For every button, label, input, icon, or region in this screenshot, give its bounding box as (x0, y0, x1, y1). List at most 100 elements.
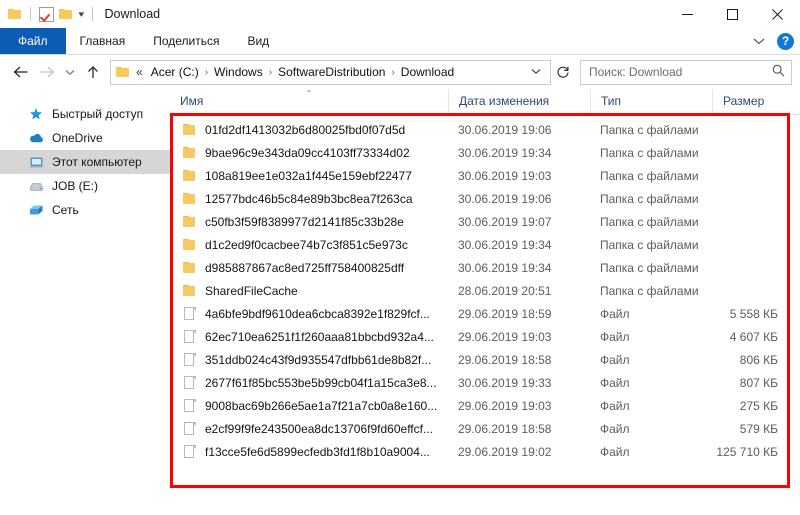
file-date-cell: 30.06.2019 19:06 (458, 122, 552, 137)
back-button[interactable] (8, 59, 34, 85)
file-type-cell: Папка с файлами (600, 168, 699, 183)
table-row[interactable]: 9bae96c9e343da09cc4103ff73334d02 30.06.20… (170, 141, 800, 164)
help-icon[interactable]: ? (777, 32, 794, 50)
file-icon (182, 375, 197, 390)
search-icon[interactable] (772, 64, 785, 80)
table-row[interactable]: SharedFileCache 28.06.2019 20:51 Папка с ф… (170, 279, 800, 302)
file-size-cell: 125 710 КБ (716, 444, 778, 459)
file-date-cell: 29.06.2019 18:58 (458, 421, 552, 436)
file-type-cell: Файл (600, 352, 630, 367)
table-row[interactable]: 62ec710ea6251f1f260aaa81bbcbd932a4... 29.… (170, 325, 800, 348)
chevron-down-icon[interactable]: ▾ (78, 9, 84, 19)
file-name-cell[interactable]: 108a819ee1e032a1f445e159ebf22477 (170, 169, 448, 183)
tab-file[interactable]: Файл (0, 28, 66, 54)
file-name-cell[interactable]: e2cf99f9fe243500ea8dc13706f9fd60effcf... (170, 421, 448, 436)
file-name-cell[interactable]: SharedFileCache (170, 284, 448, 298)
file-icon (182, 398, 197, 413)
file-name-label: c50fb3f59f8389977d2141f85c33b28e (205, 214, 404, 229)
maximize-button[interactable] (710, 0, 755, 28)
file-name-cell[interactable]: f13cce5fe6d5899ecfedb3fd1f8b10a9004... (170, 444, 448, 459)
file-name-cell[interactable]: d985887867ac8ed725ff758400825dff (170, 261, 448, 275)
file-name-cell[interactable]: 12577bdc46b5c84e89b3bc8ea7f263ca (170, 192, 448, 206)
breadcrumb-item-windows[interactable]: Windows (209, 65, 268, 79)
file-name-label: 12577bdc46b5c84e89b3bc8ea7f263ca (205, 191, 413, 206)
window-title: Download (104, 7, 161, 21)
recent-locations-icon[interactable] (60, 59, 80, 85)
table-row[interactable]: c50fb3f59f8389977d2141f85c33b28e 30.06.20… (170, 210, 800, 233)
file-type-cell: Папка с файлами (600, 260, 699, 275)
search-input[interactable] (589, 65, 772, 79)
sidebar-item-label: Сеть (52, 203, 79, 217)
table-row[interactable]: d1c2ed9f0cacbee74b7c3f851c5e973c 30.06.20… (170, 233, 800, 256)
file-type-cell: Файл (600, 329, 630, 344)
quick-access-toolbar: ▾ (0, 0, 96, 28)
chevron-down-icon[interactable] (749, 37, 769, 45)
file-name-label: 108a819ee1e032a1f445e159ebf22477 (205, 168, 412, 183)
table-row[interactable]: 12577bdc46b5c84e89b3bc8ea7f263ca 30.06.20… (170, 187, 800, 210)
breadcrumb-item-softwaredistribution[interactable]: SoftwareDistribution (273, 65, 390, 79)
file-name-cell[interactable]: 4a6bfe9bdf9610dea6cbca8392e1f829fcf... (170, 306, 448, 321)
folder-icon[interactable] (8, 8, 22, 20)
column-header-label: Размер (723, 94, 765, 108)
tab-share[interactable]: Поделиться (139, 28, 233, 54)
file-name-cell[interactable]: 01fd2df1413032b6d80025fbd0f07d5d (170, 123, 448, 137)
file-date-cell: 29.06.2019 19:03 (458, 398, 552, 413)
properties-icon[interactable] (39, 6, 54, 22)
chevron-down-icon[interactable] (526, 67, 546, 78)
table-row[interactable]: 4a6bfe9bdf9610dea6cbca8392e1f829fcf... 29… (170, 302, 800, 325)
file-name-cell[interactable]: c50fb3f59f8389977d2141f85c33b28e (170, 215, 448, 229)
file-date-cell: 30.06.2019 19:34 (458, 260, 552, 275)
breadcrumb[interactable]: « Acer (C:) › Windows › SoftwareDistribu… (110, 59, 551, 85)
table-row[interactable]: 108a819ee1e032a1f445e159ebf22477 30.06.20… (170, 164, 800, 187)
column-header-name[interactable]: ⌃ Имя (170, 89, 448, 114)
file-type-cell: Папка с файлами (600, 214, 699, 229)
tab-view[interactable]: Вид (233, 28, 283, 54)
refresh-icon[interactable] (552, 61, 574, 83)
breadcrumb-item-download[interactable]: Download (396, 65, 459, 79)
network-icon (28, 202, 44, 218)
new-folder-icon[interactable] (59, 8, 73, 20)
table-row[interactable]: d985887867ac8ed725ff758400825dff 30.06.20… (170, 256, 800, 279)
file-icon (182, 444, 197, 459)
sidebar-item-quick-access[interactable]: Быстрый доступ (0, 102, 170, 126)
file-date-cell: 30.06.2019 19:34 (458, 237, 552, 252)
file-name-label: d1c2ed9f0cacbee74b7c3f851c5e973c (205, 237, 408, 252)
file-icon (182, 329, 197, 344)
close-button[interactable] (755, 0, 800, 28)
file-name-cell[interactable]: 62ec710ea6251f1f260aaa81bbcbd932a4... (170, 329, 448, 344)
file-type-cell: Файл (600, 306, 630, 321)
forward-button[interactable] (34, 59, 60, 85)
file-name-cell[interactable]: 2677f61f85bc553be5b99cb04f1a15ca3e8... (170, 375, 448, 390)
minimize-button[interactable] (665, 0, 710, 28)
up-button[interactable] (80, 59, 106, 85)
column-header-date[interactable]: Дата изменения (448, 89, 590, 114)
file-date-cell: 29.06.2019 19:02 (458, 444, 552, 459)
breadcrumb-overflow[interactable]: « (130, 65, 146, 79)
table-row[interactable]: 2677f61f85bc553be5b99cb04f1a15ca3e8... 30… (170, 371, 800, 394)
table-row[interactable]: e2cf99f9fe243500ea8dc13706f9fd60effcf...… (170, 417, 800, 440)
sidebar-item-this-pc[interactable]: Этот компьютер (0, 150, 170, 174)
file-name-cell[interactable]: d1c2ed9f0cacbee74b7c3f851c5e973c (170, 238, 448, 252)
search-box[interactable] (580, 59, 792, 85)
column-header-type[interactable]: Тип (590, 89, 712, 114)
column-header-row: ⌃ Имя Дата изменения Тип Размер (170, 89, 800, 115)
table-row[interactable]: 01fd2df1413032b6d80025fbd0f07d5d 30.06.20… (170, 118, 800, 141)
navigation-pane: Быстрый доступ OneDrive Этот компьютер J… (0, 89, 170, 513)
file-type-cell: Файл (600, 421, 630, 436)
sidebar-item-onedrive[interactable]: OneDrive (0, 126, 170, 150)
table-row[interactable]: 351ddb024c43f9d935547dfbb61de8b82f... 29.… (170, 348, 800, 371)
breadcrumb-item-drive[interactable]: Acer (C:) (146, 65, 204, 79)
file-name-label: 01fd2df1413032b6d80025fbd0f07d5d (205, 122, 406, 137)
file-size-cell: 579 КБ (739, 421, 778, 436)
sidebar-item-job-drive[interactable]: JOB (E:) (0, 174, 170, 198)
sidebar-item-network[interactable]: Сеть (0, 198, 170, 222)
tab-home[interactable]: Главная (66, 28, 140, 54)
file-name-cell[interactable]: 9008bac69b266e5ae1a7f21a7cb0a8e160... (170, 398, 448, 413)
file-name-cell[interactable]: 351ddb024c43f9d935547dfbb61de8b82f... (170, 352, 448, 367)
table-row[interactable]: 9008bac69b266e5ae1a7f21a7cb0a8e160... 29.… (170, 394, 800, 417)
file-name-label: 9bae96c9e343da09cc4103ff73334d02 (205, 145, 410, 160)
table-row[interactable]: f13cce5fe6d5899ecfedb3fd1f8b10a9004... 29… (170, 440, 800, 463)
file-name-cell[interactable]: 9bae96c9e343da09cc4103ff73334d02 (170, 146, 448, 160)
file-type-cell: Файл (600, 375, 630, 390)
column-header-size[interactable]: Размер (712, 89, 800, 114)
